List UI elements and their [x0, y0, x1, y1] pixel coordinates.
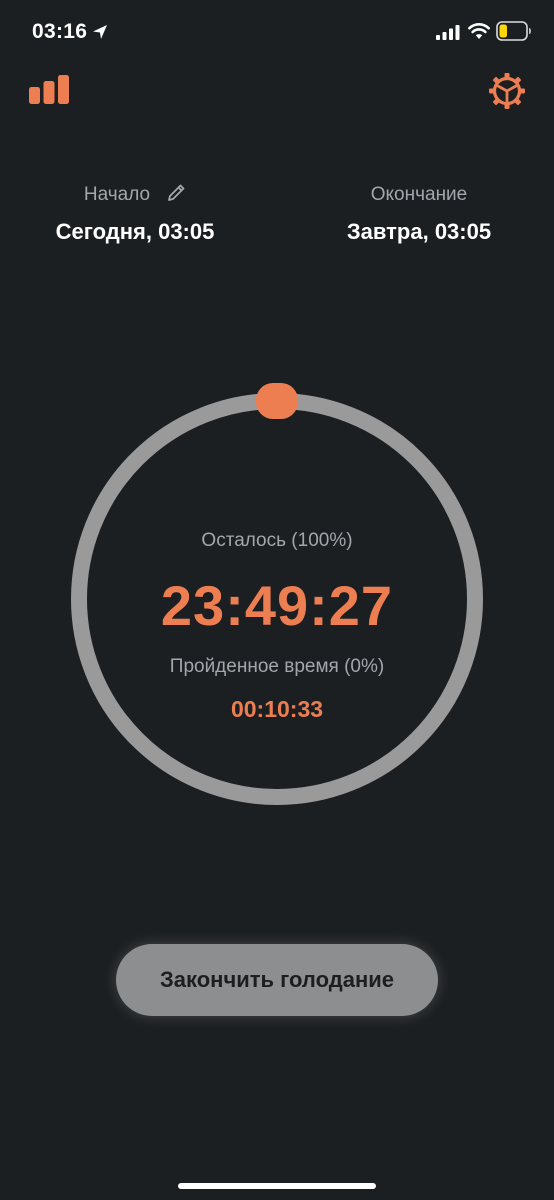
home-indicator — [178, 1183, 376, 1189]
start-label: Начало — [83, 184, 151, 205]
progress-knob[interactable] — [256, 383, 298, 419]
elapsed-time: 00:10:33 — [230, 696, 324, 722]
gear-icon[interactable] — [488, 72, 526, 110]
battery-icon — [496, 21, 531, 41]
end-value: Завтра, 03:05 — [346, 219, 492, 244]
elapsed-label: Пройденное время (0%) — [169, 656, 385, 677]
remaining-label: Осталось (100%) — [201, 530, 353, 551]
signal-bars-icon — [436, 25, 460, 40]
end-fast-button[interactable]: Закончить голодание — [116, 944, 438, 1016]
pencil-icon[interactable] — [166, 183, 186, 203]
remaining-time: 23:49:27 — [160, 574, 394, 637]
stats-bars-icon[interactable] — [28, 74, 70, 104]
timer-center: Осталось (100%) 23:49:27 Пройденное врем… — [77, 520, 477, 724]
end-time-block: Окончание Завтра, 03:05 — [299, 182, 539, 246]
wifi-icon — [468, 23, 490, 39]
status-time: 03:16 — [32, 20, 88, 43]
location-arrow-icon — [93, 25, 107, 39]
start-value[interactable]: Сегодня, 03:05 — [15, 218, 255, 246]
start-time-block: Начало Сегодня, 03:05 — [15, 182, 255, 246]
status-bar: 03:16 — [0, 0, 554, 66]
end-label: Окончание — [370, 184, 468, 205]
start-label-row: Начало — [15, 182, 255, 208]
